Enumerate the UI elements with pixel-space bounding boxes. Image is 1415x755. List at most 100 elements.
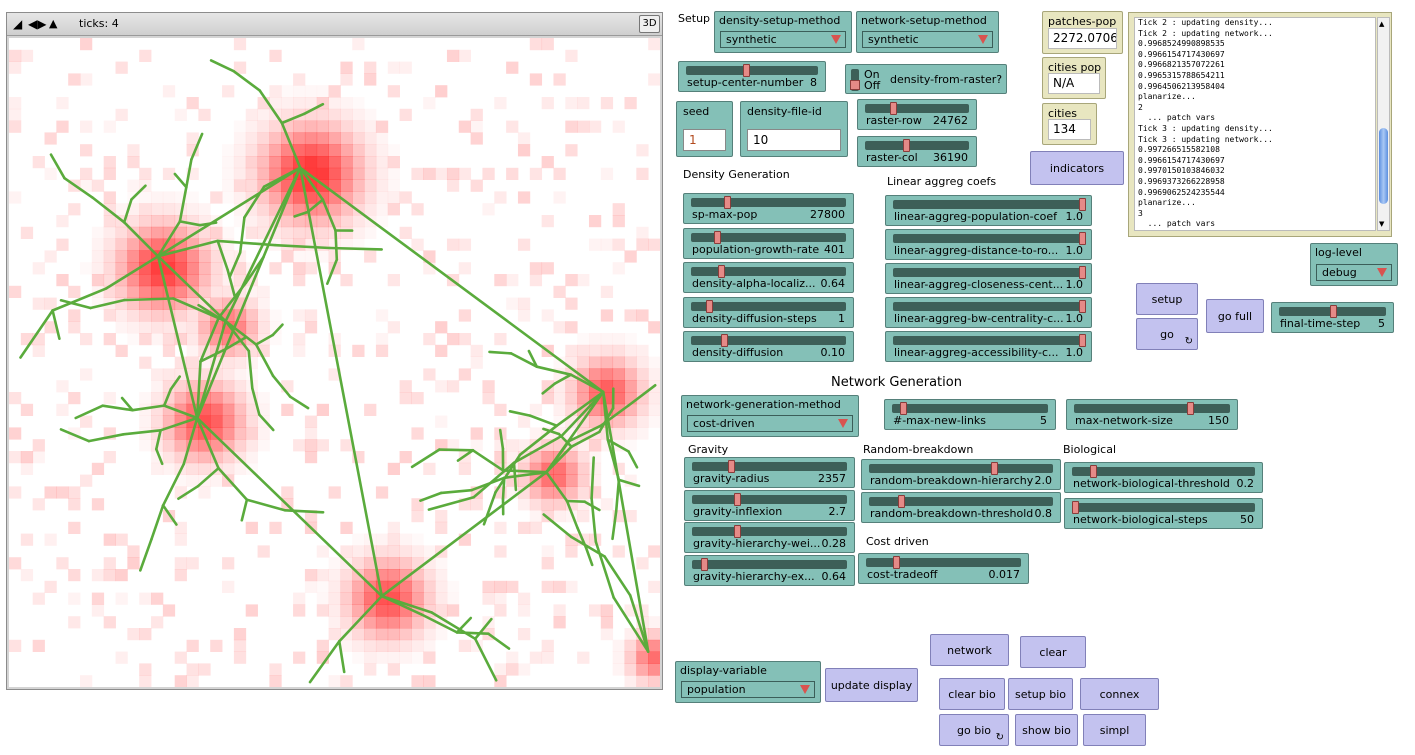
speed-slow-icon[interactable]: ◢ xyxy=(13,17,22,31)
slider-track[interactable] xyxy=(692,527,847,536)
slider-track[interactable] xyxy=(865,104,969,113)
speed-arrows-icon[interactable]: ◀▶ xyxy=(28,17,46,31)
slider-track[interactable] xyxy=(892,404,1048,413)
density-diffusion-slider[interactable]: density-diffusion 0.10 xyxy=(683,331,854,362)
max-new-links-slider[interactable]: #-max-new-links 5 xyxy=(884,399,1056,430)
slider-track[interactable] xyxy=(866,558,1021,567)
gravity-hierarchy-ex-slider[interactable]: gravity-hierarchy-ex... 0.64 xyxy=(684,554,855,586)
density-alpha-localiz-slider[interactable]: density-alpha-localiz... 0.64 xyxy=(683,262,854,293)
network-biological-threshold-slider[interactable]: network-biological-threshold 0.2 xyxy=(1064,462,1263,493)
scroll-thumb[interactable] xyxy=(1379,128,1388,204)
sp-max-pop-slider[interactable]: sp-max-pop 27800 xyxy=(683,193,854,224)
slider-track[interactable] xyxy=(865,141,969,150)
indicators-button[interactable]: indicators xyxy=(1030,151,1124,185)
seed-field[interactable]: 1 xyxy=(683,129,726,151)
linear-aggreg-bw-centrality-c-slider[interactable]: linear-aggreg-bw-centrality-c... 1.0 xyxy=(885,297,1092,328)
update-display-button[interactable]: update display xyxy=(825,668,918,702)
slider-track[interactable] xyxy=(869,464,1053,473)
density-from-raster-switch[interactable]: On Off density-from-raster? xyxy=(845,64,1007,94)
density-file-id-field[interactable]: 10 xyxy=(747,129,841,151)
slider-track[interactable] xyxy=(691,267,846,276)
setup-button[interactable]: setup xyxy=(1136,283,1198,315)
cost-tradeoff-slider[interactable]: cost-tradeoff 0.017 xyxy=(858,553,1029,584)
final-time-step-slider[interactable]: final-time-step 5 xyxy=(1271,302,1394,333)
gravity-inflexion-slider[interactable]: gravity-inflexion 2.7 xyxy=(684,489,855,521)
network-generation-method-chooser[interactable]: network-generation-method cost-driven xyxy=(681,395,859,437)
display-variable-chooser[interactable]: display-variable population xyxy=(675,661,821,703)
output-log[interactable]: Tick 2 : updating density... Tick 2 : upd… xyxy=(1134,17,1376,231)
patch xyxy=(340,215,353,228)
patch xyxy=(317,581,329,593)
slider-track[interactable] xyxy=(1074,404,1230,413)
patch xyxy=(151,215,164,228)
network-setup-method-chooser[interactable]: network-setup-method synthetic xyxy=(856,11,999,53)
go-button[interactable]: go ↻ xyxy=(1136,318,1198,350)
linear-aggreg-closeness-cent-slider[interactable]: linear-aggreg-closeness-cent... 1.0 xyxy=(885,263,1092,294)
clear-button[interactable]: clear xyxy=(1020,636,1086,668)
linear-aggreg-accessibility-c-slider[interactable]: linear-aggreg-accessibility-c... 1.0 xyxy=(885,331,1092,362)
scroll-up-icon[interactable]: ▲ xyxy=(1379,20,1384,28)
slider-track[interactable] xyxy=(691,336,846,345)
patch xyxy=(316,592,329,605)
go-full-button[interactable]: go full xyxy=(1206,299,1264,333)
slider-track[interactable] xyxy=(692,559,847,569)
network-link xyxy=(419,491,443,503)
density-diffusion-steps-slider[interactable]: density-diffusion-steps 1 xyxy=(683,296,854,328)
slider-track[interactable] xyxy=(692,494,847,504)
max-network-size-slider[interactable]: max-network-size 150 xyxy=(1066,399,1238,430)
updown-arrows-icon[interactable]: ▲ xyxy=(49,17,57,31)
chooser-value[interactable]: synthetic xyxy=(720,31,846,48)
network-biological-steps-slider[interactable]: network-biological-steps 50 xyxy=(1064,498,1263,529)
linear-aggreg-distance-to-ro-slider[interactable]: linear-aggreg-distance-to-ro... 1.0 xyxy=(885,229,1092,260)
setup-bio-button[interactable]: setup bio xyxy=(1008,678,1073,710)
show-bio-button[interactable]: show bio xyxy=(1015,714,1078,746)
gravity-radius-slider[interactable]: gravity-radius 2357 xyxy=(684,457,855,488)
slider-knob[interactable] xyxy=(1187,402,1195,415)
slider-track[interactable] xyxy=(893,200,1084,209)
density-file-id-input[interactable]: density-file-id 10 xyxy=(740,101,848,157)
simpl-button[interactable]: simpl xyxy=(1083,714,1146,746)
slider-track[interactable] xyxy=(691,301,846,311)
patch xyxy=(9,486,22,499)
slider-track[interactable] xyxy=(691,198,846,207)
random-breakdown-hierarchy-slider[interactable]: random-breakdown-hierarchy 2.0 xyxy=(861,459,1061,490)
slider-track[interactable] xyxy=(692,462,847,471)
network-button[interactable]: network xyxy=(930,634,1009,666)
slider-track[interactable] xyxy=(893,336,1084,345)
gravity-hierarchy-wei-slider[interactable]: gravity-hierarchy-wei... 0.28 xyxy=(684,522,855,553)
slider-track[interactable] xyxy=(686,66,818,75)
patch xyxy=(127,274,140,287)
slider-track[interactable] xyxy=(869,497,1053,506)
switch-knob[interactable] xyxy=(850,80,860,90)
3d-view-button[interactable]: 3D xyxy=(639,15,660,33)
patch xyxy=(588,462,602,475)
output-scrollbar[interactable]: ▲ ▼ xyxy=(1377,17,1390,231)
patch xyxy=(482,580,495,593)
slider-track[interactable] xyxy=(893,268,1084,277)
density-setup-method-chooser[interactable]: density-setup-method synthetic xyxy=(714,11,852,53)
chooser-value[interactable]: population xyxy=(681,681,815,698)
chooser-value[interactable]: cost-driven xyxy=(687,415,853,432)
go-bio-button[interactable]: go bio ↻ xyxy=(939,714,1009,746)
setup-center-number-slider[interactable]: setup-center-number 8 xyxy=(678,61,826,92)
slider-track[interactable] xyxy=(1072,467,1255,476)
patch xyxy=(529,262,543,275)
clear-bio-button[interactable]: clear bio xyxy=(939,678,1005,710)
raster-col-slider[interactable]: raster-col 36190 xyxy=(857,136,977,167)
seed-input[interactable]: seed 1 xyxy=(676,101,733,157)
chooser-value[interactable]: synthetic xyxy=(862,31,993,48)
chooser-value[interactable]: debug xyxy=(1316,264,1392,281)
slider-track[interactable] xyxy=(893,302,1084,311)
raster-row-slider[interactable]: raster-row 24762 xyxy=(857,99,977,130)
linear-aggreg-population-coef-slider[interactable]: linear-aggreg-population-coef 1.0 xyxy=(885,195,1092,226)
slider-track[interactable] xyxy=(893,234,1084,243)
population-growth-rate-slider[interactable]: population-growth-rate 401 xyxy=(683,227,854,259)
patch xyxy=(470,427,483,440)
log-level-chooser[interactable]: log-level debug xyxy=(1310,243,1398,286)
world-canvas[interactable] xyxy=(9,38,660,687)
connex-button[interactable]: connex xyxy=(1080,678,1159,710)
slider-track[interactable] xyxy=(1072,503,1255,512)
slider-value: 401 xyxy=(824,242,845,256)
scroll-down-icon[interactable]: ▼ xyxy=(1379,220,1384,228)
random-breakdown-threshold-slider[interactable]: random-breakdown-threshold 0.8 xyxy=(861,492,1061,523)
